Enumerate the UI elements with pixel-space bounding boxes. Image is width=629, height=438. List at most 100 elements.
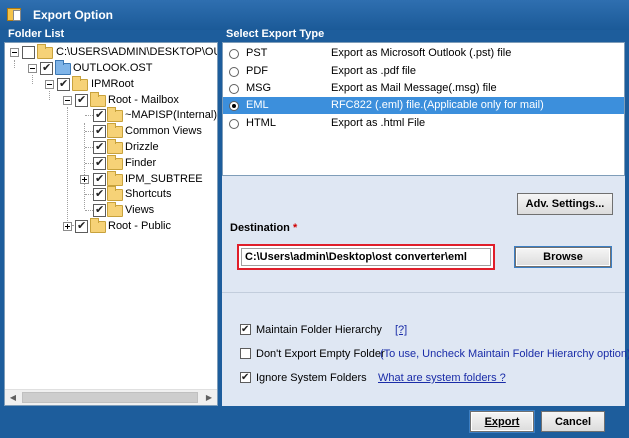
browse-button[interactable]: Browse — [515, 247, 611, 267]
tree-checkbox[interactable] — [22, 46, 35, 59]
tree-node-ipm-subtree[interactable]: IPM_SUBTREE — [5, 171, 217, 187]
option-no-empty-folders[interactable]: Don't Export Empty Folder (To use, Unche… — [240, 346, 629, 362]
scrollbar-thumb[interactable] — [22, 392, 198, 403]
horizontal-scrollbar[interactable]: ◀ ▶ — [5, 389, 217, 405]
folder-icon — [107, 155, 123, 170]
tree-node-label: Common Views — [125, 125, 202, 137]
window-title: Export Option — [33, 8, 113, 22]
footer-bar — [0, 406, 629, 438]
destination-label-text: Destination — [230, 222, 290, 234]
collapse-icon[interactable] — [10, 48, 19, 57]
folder-tree[interactable]: C:\USERS\ADMIN\DESKTOP\OUTLOOK.OST OUTLO… — [4, 42, 218, 406]
ignore-system-checkbox[interactable] — [240, 370, 251, 386]
export-type-header: Select Export Type — [226, 28, 325, 40]
data-file-icon — [55, 60, 71, 75]
option-maintain-hierarchy[interactable]: Maintain Folder Hierarchy [?] — [240, 322, 620, 338]
tree-node-drizzle[interactable]: Drizzle — [5, 139, 217, 155]
tree-checkbox[interactable] — [93, 155, 106, 171]
tree-node-label: IPM_SUBTREE — [125, 173, 203, 185]
section-divider — [222, 292, 625, 293]
tree-node-finder[interactable]: Finder — [5, 155, 217, 171]
tree-node-ipmroot[interactable]: IPMRoot — [5, 76, 217, 92]
folder-icon — [72, 76, 88, 91]
tree-checkbox[interactable] — [93, 186, 106, 202]
tree-node-root-path[interactable]: C:\USERS\ADMIN\DESKTOP\OUTLOOK.OST — [5, 44, 217, 60]
app-icon — [7, 8, 21, 21]
tree-node-label: Root - Public — [108, 220, 171, 232]
destination-path-input[interactable] — [241, 248, 491, 266]
cancel-button[interactable]: Cancel — [541, 411, 605, 432]
export-format-label: HTML — [246, 117, 276, 129]
export-button-label: Export — [484, 415, 520, 428]
folder-icon — [107, 171, 123, 186]
scroll-left-icon[interactable]: ◀ — [5, 390, 21, 405]
tree-node-label: Root - Mailbox — [108, 94, 179, 106]
hierarchy-help-link[interactable]: [?] — [395, 322, 407, 338]
tree-checkbox[interactable] — [75, 218, 88, 234]
tree-checkbox[interactable] — [75, 92, 88, 108]
destination-highlight — [237, 244, 495, 270]
collapse-icon[interactable] — [63, 96, 72, 105]
export-option-pdf[interactable]: PDF Export as .pdf file — [223, 63, 624, 80]
option-ignore-system[interactable]: Ignore System Folders What are system fo… — [240, 370, 620, 386]
radio-button[interactable] — [229, 119, 239, 129]
empty-folder-checkbox[interactable] — [240, 348, 251, 359]
tree-checkbox[interactable] — [57, 76, 70, 92]
tree-checkbox[interactable] — [93, 171, 106, 187]
tree-node-outlook-ost[interactable]: OUTLOOK.OST — [5, 60, 217, 76]
tree-checkbox[interactable] — [93, 107, 106, 123]
radio-button[interactable] — [229, 67, 239, 77]
export-type-list[interactable]: PST Export as Microsoft Outlook (.pst) f… — [222, 42, 625, 176]
collapse-icon[interactable] — [45, 80, 54, 89]
tree-node-shortcuts[interactable]: Shortcuts — [5, 186, 217, 202]
export-format-label: EML — [246, 99, 269, 111]
export-settings-pane: PST Export as Microsoft Outlook (.pst) f… — [222, 42, 629, 406]
export-button[interactable]: Export — [470, 411, 534, 432]
tree-node-label: C:\USERS\ADMIN\DESKTOP\OUTLOOK.OST — [56, 46, 218, 58]
maintain-hierarchy-checkbox[interactable] — [240, 322, 251, 338]
tree-node-label: IPMRoot — [91, 78, 134, 90]
destination-label: Destination * — [230, 222, 297, 234]
tree-node-label: Views — [125, 204, 155, 216]
empty-folder-note: (To use, Uncheck Maintain Folder Hierarc… — [380, 348, 629, 360]
title-bar: Export Option — [0, 0, 629, 30]
tree-node-root-public[interactable]: Root - Public — [5, 218, 217, 234]
scroll-right-icon[interactable]: ▶ — [201, 390, 217, 405]
export-format-label: MSG — [246, 82, 272, 94]
system-folders-help-link[interactable]: What are system folders ? — [378, 370, 506, 386]
tree-node-label: Drizzle — [125, 141, 159, 153]
export-option-html[interactable]: HTML Export as .html File — [223, 115, 624, 132]
folder-list-header: Folder List — [8, 28, 65, 40]
tree-node-views[interactable]: Views — [5, 202, 217, 218]
tree-checkbox[interactable] — [40, 60, 53, 76]
tree-checkbox[interactable] — [93, 202, 106, 218]
tree-node-mapisp[interactable]: ~MAPISP(Internal) — [5, 107, 217, 123]
export-option-msg[interactable]: MSG Export as Mail Message(.msg) file — [223, 80, 624, 97]
option-label: Maintain Folder Hierarchy — [256, 324, 382, 336]
export-format-label: PDF — [246, 65, 268, 77]
tree-checkbox[interactable] — [93, 139, 106, 155]
tree-node-common-views[interactable]: Common Views — [5, 123, 217, 139]
export-description: Export as .html File — [331, 117, 426, 129]
tree-node-root-mailbox[interactable]: Root - Mailbox — [5, 92, 217, 108]
option-label: Don't Export Empty Folder — [256, 348, 385, 360]
folder-icon — [107, 123, 123, 138]
expand-icon[interactable] — [63, 222, 72, 231]
folder-icon — [107, 107, 123, 122]
export-description: Export as .pdf file — [331, 65, 416, 77]
export-description: Export as Mail Message(.msg) file — [331, 82, 497, 94]
export-option-eml[interactable]: EML RFC822 (.eml) file.(Applicable only … — [223, 97, 624, 114]
radio-button-selected[interactable] — [229, 101, 239, 111]
radio-button[interactable] — [229, 84, 239, 94]
export-option-pst[interactable]: PST Export as Microsoft Outlook (.pst) f… — [223, 45, 624, 62]
expand-icon[interactable] — [80, 175, 89, 184]
tree-node-label: Shortcuts — [125, 188, 172, 200]
folder-icon — [107, 202, 123, 217]
folder-icon — [90, 92, 106, 107]
tree-checkbox[interactable] — [93, 123, 106, 139]
export-description: Export as Microsoft Outlook (.pst) file — [331, 47, 512, 59]
adv-settings-button[interactable]: Adv. Settings... — [517, 193, 613, 215]
collapse-icon[interactable] — [28, 64, 37, 73]
required-mark: * — [292, 222, 298, 234]
radio-button[interactable] — [229, 49, 239, 59]
